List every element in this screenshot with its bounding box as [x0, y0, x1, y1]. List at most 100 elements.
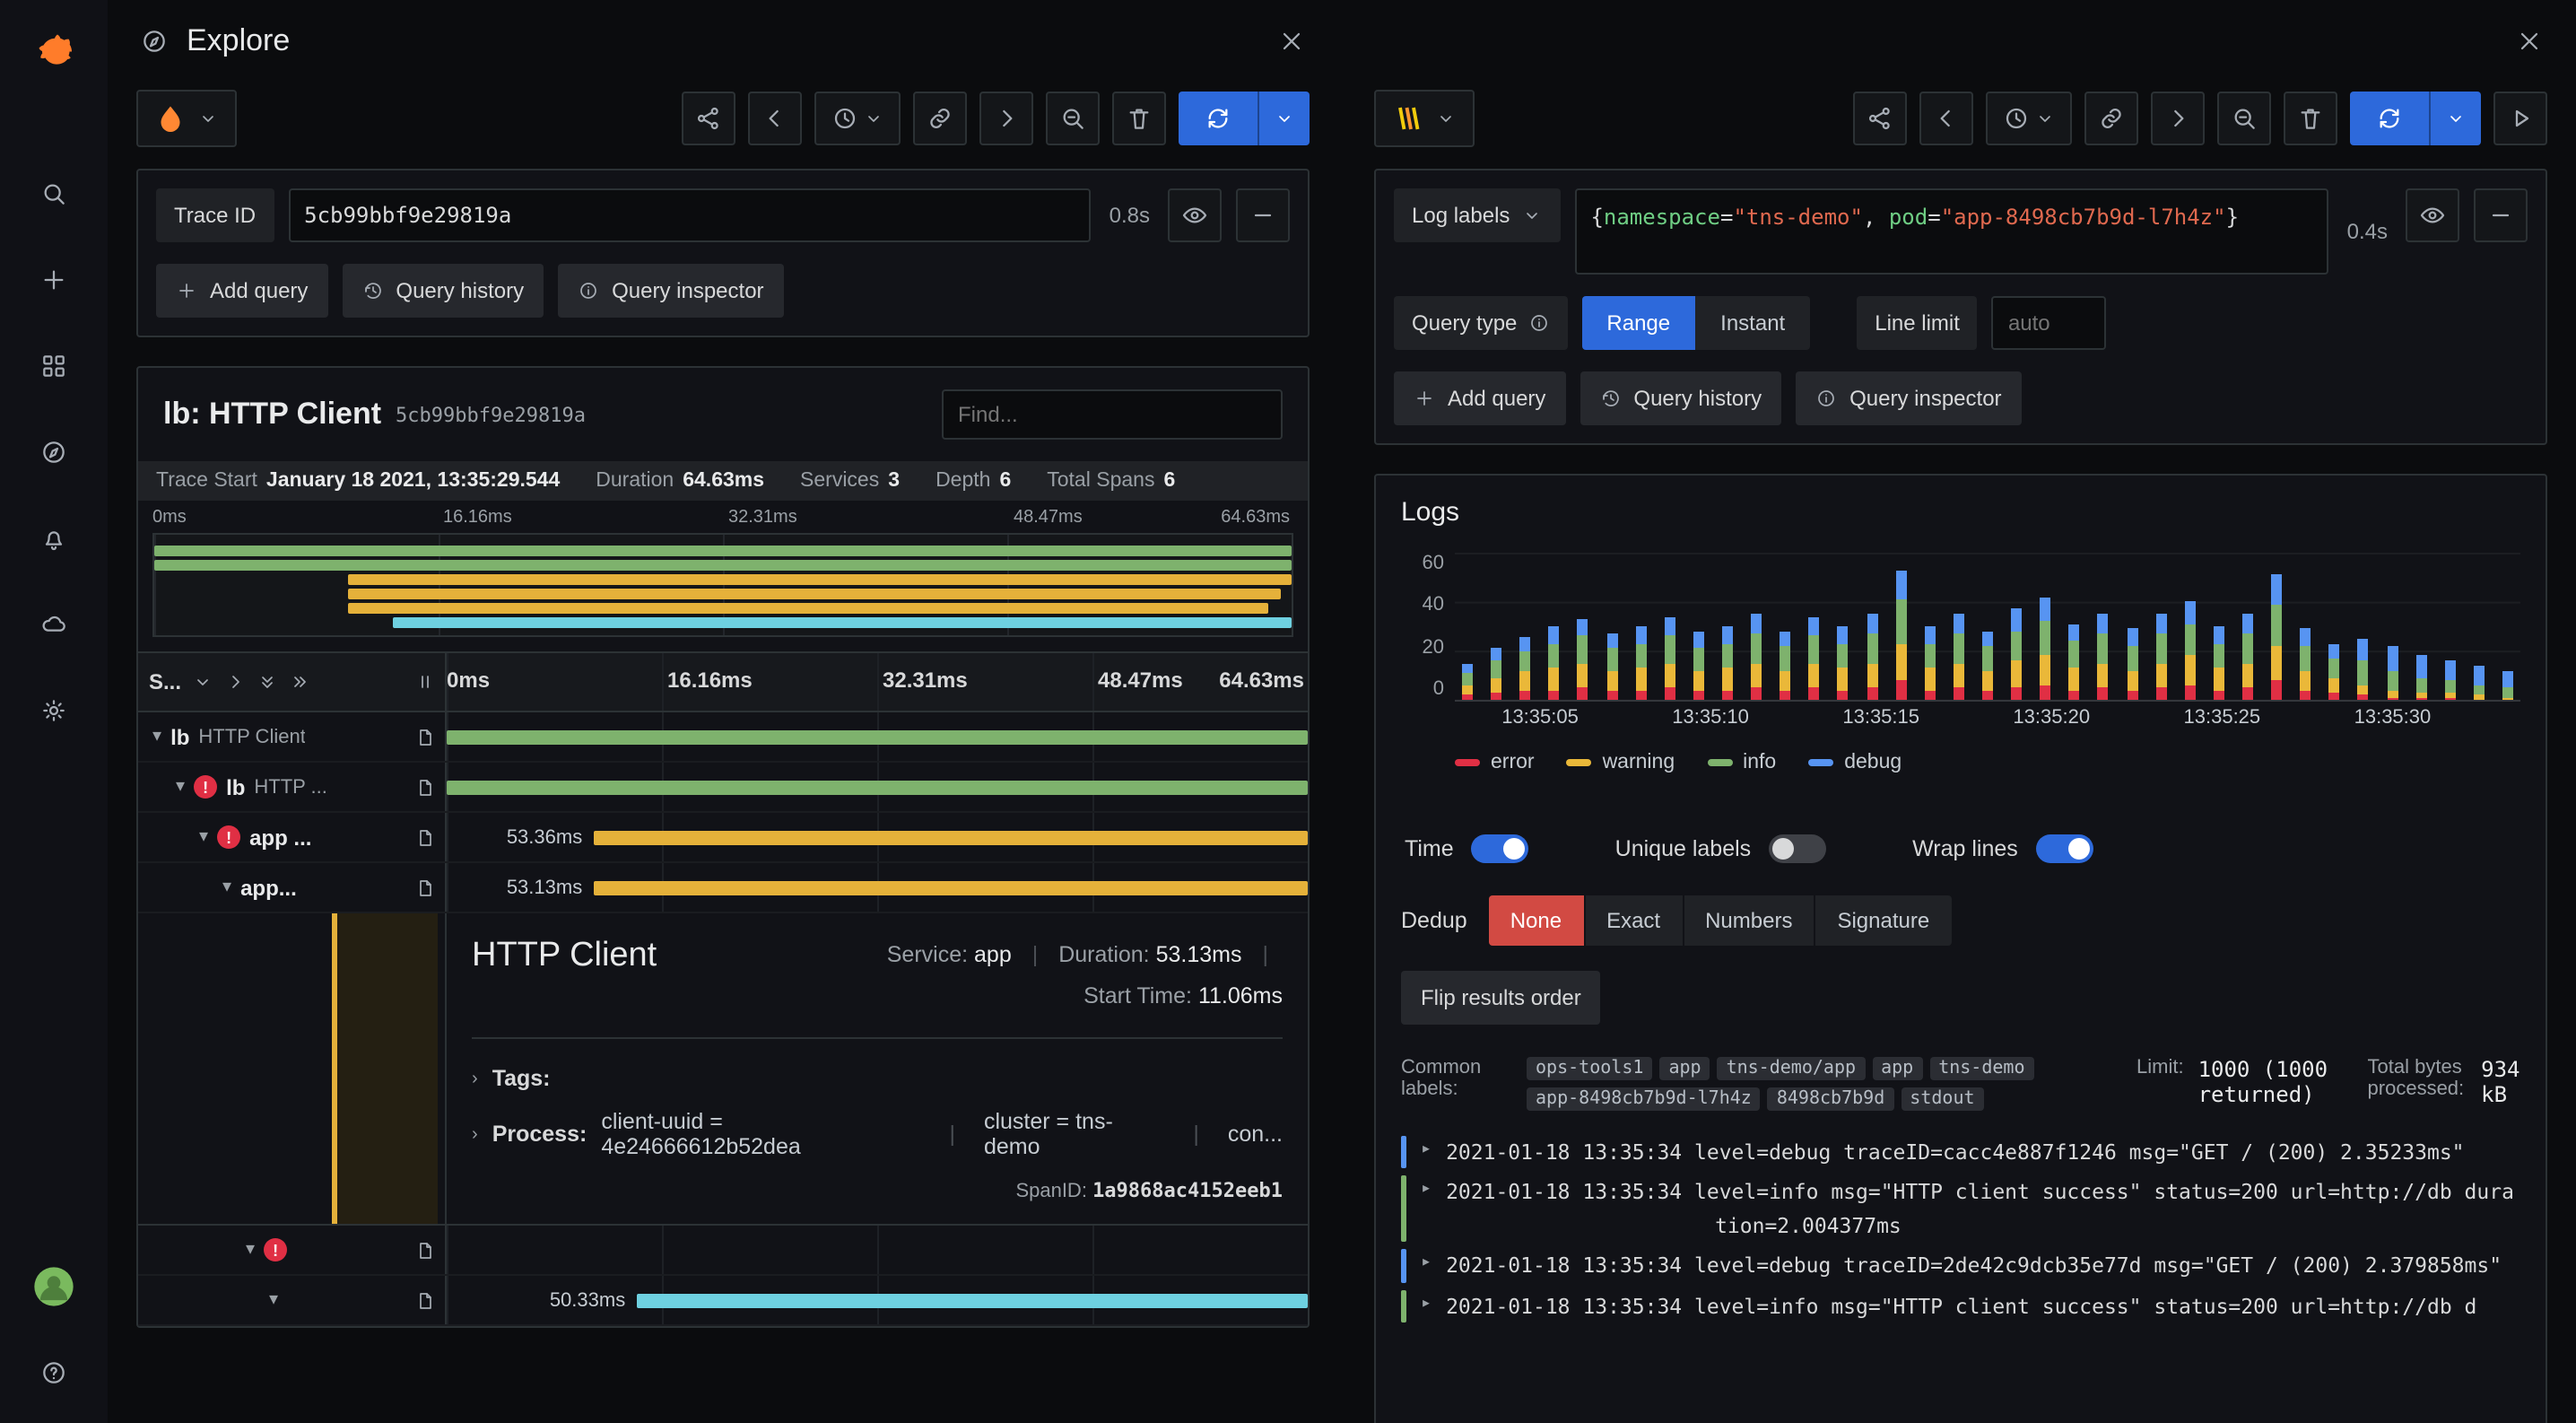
chevron-down-icon[interactable]: ▾ [199, 827, 208, 847]
zoom-out-button[interactable] [2217, 92, 2271, 145]
expand-one-icon[interactable] [224, 671, 246, 693]
add-query-button[interactable]: Add query [1394, 371, 1565, 425]
log-row[interactable]: ▸2021-01-18 13:35:34 level=info msg="HTT… [1401, 1286, 2520, 1326]
dedup-option-none[interactable]: None [1489, 895, 1583, 946]
chevron-down-icon[interactable]: ▾ [152, 727, 161, 746]
span-row[interactable]: ▾lbHTTP Client [138, 712, 1308, 763]
legend-item-warning[interactable]: warning [1567, 752, 1675, 773]
create-plus-icon[interactable] [18, 244, 90, 316]
query-history-button[interactable]: Query history [342, 264, 544, 318]
span-duration-bar[interactable] [447, 729, 1308, 744]
span-logs-doc-icon[interactable] [414, 726, 436, 747]
span-logs-doc-icon[interactable] [414, 877, 436, 898]
loki-query-input[interactable]: {namespace="tns-demo", pod="app-8498cb7b… [1574, 188, 2328, 275]
chevron-down-icon[interactable]: ▾ [269, 1290, 278, 1310]
legend-item-debug[interactable]: debug [1808, 752, 1902, 773]
column-resize-handle[interactable] [414, 671, 436, 693]
expand-log-chevron-icon[interactable]: ▸ [1421, 1136, 1432, 1169]
expand-log-chevron-icon[interactable]: ▸ [1421, 1289, 1432, 1323]
query-type-instant-button[interactable]: Instant [1695, 296, 1810, 350]
span-duration-bar[interactable] [636, 1293, 1308, 1307]
zoom-out-button[interactable] [1046, 92, 1100, 145]
line-limit-input[interactable] [1992, 296, 2107, 350]
datasource-picker-loki[interactable] [1374, 90, 1475, 147]
expand-log-chevron-icon[interactable]: ▸ [1421, 1249, 1432, 1282]
collapse-one-icon[interactable] [192, 671, 213, 693]
close-pane-icon[interactable] [1277, 27, 1306, 56]
span-duration-bar[interactable] [447, 780, 1308, 794]
back-button[interactable] [748, 92, 802, 145]
run-query-sync-icon[interactable] [2350, 92, 2429, 145]
datasource-picker-tempo[interactable] [136, 90, 237, 147]
dashboards-icon[interactable] [18, 330, 90, 402]
span-row[interactable]: ▾!lbHTTP ... [138, 763, 1308, 813]
span-row[interactable]: ▾!app ...53.36ms [138, 813, 1308, 863]
span-duration-bar[interactable] [593, 880, 1308, 895]
settings-gear-icon[interactable] [18, 675, 90, 746]
link-button[interactable] [913, 92, 967, 145]
clear-trash-button[interactable] [2284, 92, 2337, 145]
flip-results-order-button[interactable]: Flip results order [1401, 971, 1601, 1025]
toggle-switch[interactable] [1769, 834, 1826, 863]
log-row[interactable]: ▸2021-01-18 13:35:34 level=info msg="HTT… [1401, 1173, 2520, 1246]
time-picker-button[interactable] [814, 92, 901, 145]
chevron-down-icon[interactable]: ▾ [246, 1240, 255, 1260]
dedup-option-signature[interactable]: Signature [1815, 895, 1951, 946]
span-logs-doc-icon[interactable] [414, 826, 436, 848]
alerting-bell-icon[interactable] [18, 502, 90, 574]
grafana-logo[interactable] [18, 14, 90, 86]
span-row[interactable]: ▾! [138, 1226, 1308, 1276]
run-query-caret[interactable] [1258, 92, 1310, 145]
chevron-down-icon[interactable]: ▾ [222, 877, 231, 897]
link-button[interactable] [2084, 92, 2138, 145]
span-logs-doc-icon[interactable] [414, 1289, 436, 1311]
explore-compass-icon[interactable] [18, 416, 90, 488]
tags-accordion[interactable]: › Tags: [472, 1057, 1283, 1100]
share-button[interactable] [1853, 92, 1907, 145]
span-row[interactable]: ▾app...53.13ms [138, 863, 1308, 913]
query-inspector-button[interactable]: Query inspector [1796, 371, 2021, 425]
collapse-all-icon[interactable] [257, 671, 278, 693]
expand-log-chevron-icon[interactable]: ▸ [1421, 1176, 1432, 1243]
span-logs-doc-icon[interactable] [414, 1239, 436, 1261]
query-inspector-button[interactable]: Query inspector [558, 264, 783, 318]
log-labels-dropdown[interactable]: Log labels [1394, 188, 1560, 242]
run-query-split-button[interactable] [1179, 92, 1310, 145]
query-history-button[interactable]: Query history [1580, 371, 1781, 425]
search-icon[interactable] [18, 158, 90, 230]
user-avatar[interactable] [18, 1251, 90, 1323]
share-button[interactable] [682, 92, 735, 145]
trace-minimap[interactable]: 0ms16.16ms32.31ms48.47ms64.63ms [152, 508, 1293, 637]
dedup-option-exact[interactable]: Exact [1585, 895, 1682, 946]
add-query-button[interactable]: Add query [156, 264, 327, 318]
process-accordion[interactable]: › Process: client-uuid = 4e24666612b52de… [472, 1100, 1283, 1168]
legend-item-info[interactable]: info [1707, 752, 1776, 773]
toggle-visibility-eye-button[interactable] [2406, 188, 2459, 242]
back-button[interactable] [1919, 92, 1973, 145]
toggle-visibility-eye-button[interactable] [1168, 188, 1222, 242]
help-icon[interactable] [18, 1337, 90, 1409]
log-row[interactable]: ▸2021-01-18 13:35:34 level=debug traceID… [1401, 1245, 2520, 1286]
minimap-bars[interactable] [152, 533, 1293, 637]
span-row[interactable]: ▾50.33ms [138, 1276, 1308, 1326]
dedup-option-numbers[interactable]: Numbers [1684, 895, 1814, 946]
legend-item-error[interactable]: error [1455, 752, 1535, 773]
span-duration-bar[interactable] [593, 830, 1308, 844]
trace-find-input[interactable] [942, 389, 1283, 440]
span-logs-doc-icon[interactable] [414, 776, 436, 798]
expand-all-icon[interactable] [289, 671, 310, 693]
forward-button[interactable] [979, 92, 1033, 145]
toggle-switch[interactable] [2036, 834, 2093, 863]
remove-query-minus-button[interactable] [1236, 188, 1290, 242]
query-type-range-button[interactable]: Range [1581, 296, 1695, 350]
clear-trash-button[interactable] [1112, 92, 1166, 145]
live-stream-play-button[interactable] [2493, 92, 2547, 145]
close-pane-icon[interactable] [2515, 27, 2544, 56]
run-query-split-button[interactable] [2350, 92, 2481, 145]
cloud-icon[interactable] [18, 589, 90, 660]
forward-button[interactable] [2151, 92, 2205, 145]
run-query-sync-icon[interactable] [1179, 92, 1258, 145]
time-picker-button[interactable] [1986, 92, 2072, 145]
log-row[interactable]: ▸2021-01-18 13:35:34 level=debug traceID… [1401, 1132, 2520, 1173]
remove-query-minus-button[interactable] [2474, 188, 2528, 242]
